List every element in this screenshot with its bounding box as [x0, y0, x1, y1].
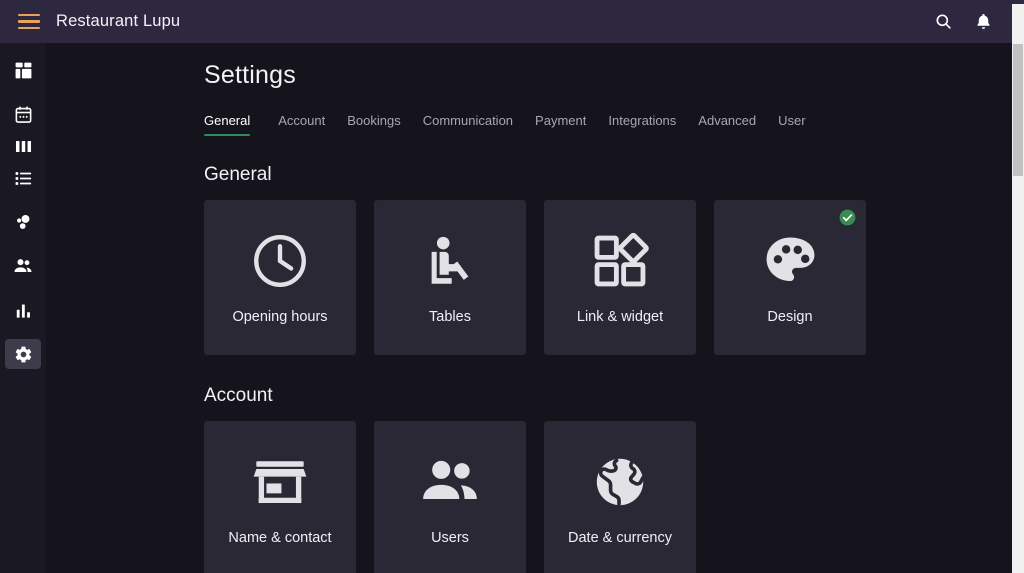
calendar-icon [14, 105, 33, 124]
tab-user[interactable]: User [767, 113, 816, 136]
globe-icon [591, 451, 649, 513]
seat-icon [421, 230, 479, 292]
sidebar-item-guests[interactable] [5, 251, 41, 281]
scrollbar-corner [1012, 0, 1024, 4]
check-circle-icon [838, 208, 857, 227]
list-icon [14, 169, 33, 188]
columns-icon [14, 137, 33, 156]
card-design[interactable]: Design [714, 200, 866, 355]
tab-payment[interactable]: Payment [524, 113, 597, 136]
card-name-contact[interactable]: Name & contact [204, 421, 356, 573]
main-content: Settings General Account Bookings Commun… [46, 43, 1012, 573]
sidebar-item-settings[interactable] [5, 339, 41, 369]
settings-tabs: General Account Bookings Communication P… [204, 108, 1012, 136]
card-tables[interactable]: Tables [374, 200, 526, 355]
page-title-brand: Restaurant Lupu [56, 12, 181, 30]
page-title: Settings [204, 61, 296, 89]
sidebar-item-list[interactable] [5, 163, 41, 193]
tab-integrations[interactable]: Integrations [597, 113, 687, 136]
card-label: Date & currency [568, 530, 672, 547]
clock-icon [249, 230, 311, 292]
card-label: Opening hours [232, 309, 328, 326]
dashboard-grid-icon [14, 61, 33, 80]
tab-general[interactable]: General [204, 113, 261, 136]
card-grid-account: Name & contact Users Date & currency [204, 421, 1012, 573]
gear-icon [14, 345, 33, 364]
card-date-currency[interactable]: Date & currency [544, 421, 696, 573]
card-users[interactable]: Users [374, 421, 526, 573]
people-icon [13, 256, 33, 276]
tab-bookings[interactable]: Bookings [336, 113, 411, 136]
page-scrollbar[interactable] [1012, 0, 1024, 573]
bubble-chart-icon [14, 213, 33, 232]
bell-icon[interactable] [968, 7, 998, 37]
sidebar-item-calendar[interactable] [5, 99, 41, 129]
left-sidebar [0, 43, 46, 573]
bar-chart-icon [15, 302, 32, 319]
tab-account[interactable]: Account [267, 113, 336, 136]
section-title-account: Account [204, 385, 273, 406]
sidebar-item-dashboard[interactable] [5, 55, 41, 85]
palette-icon [761, 230, 819, 292]
people-icon [419, 451, 481, 513]
card-label: Tables [429, 309, 471, 326]
sidebar-item-columns[interactable] [5, 131, 41, 161]
sidebar-item-bubbles[interactable] [5, 207, 41, 237]
scrollbar-thumb[interactable] [1013, 44, 1023, 176]
search-icon[interactable] [928, 7, 958, 37]
tab-advanced[interactable]: Advanced [687, 113, 767, 136]
sidebar-item-statistics[interactable] [5, 295, 41, 325]
card-label: Link & widget [576, 309, 664, 326]
card-opening-hours[interactable]: Opening hours [204, 200, 356, 355]
hamburger-icon[interactable] [18, 13, 40, 30]
card-label: Design [767, 309, 813, 326]
app-header: Restaurant Lupu [0, 0, 1012, 43]
store-icon [251, 451, 309, 513]
card-link-widget[interactable]: Link & widget [544, 200, 696, 355]
card-label: Users [431, 530, 469, 547]
app-root: Restaurant Lupu Settings General Account… [0, 0, 1024, 573]
card-label: Name & contact [228, 530, 332, 547]
widgets-icon [591, 230, 649, 292]
card-grid-general: Opening hours Tables Link & widget Desig… [204, 200, 1012, 355]
tab-communication[interactable]: Communication [412, 113, 524, 136]
section-title-general: General [204, 164, 272, 185]
